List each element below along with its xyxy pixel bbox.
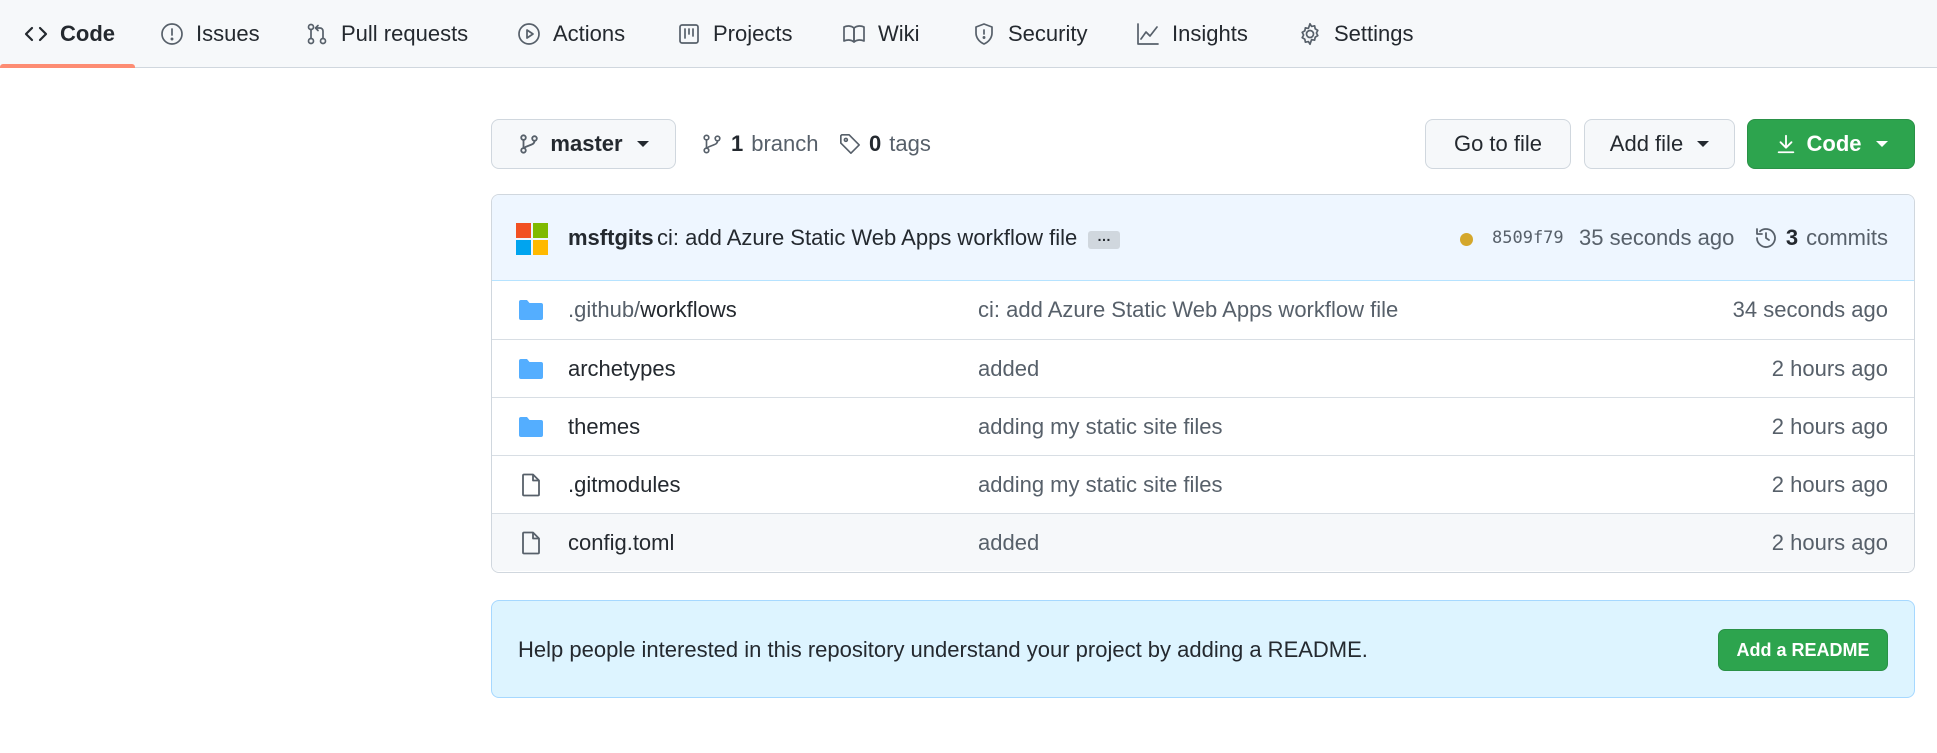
file-name-link[interactable]: themes	[568, 398, 640, 456]
go-to-file-button[interactable]: Go to file	[1425, 119, 1571, 169]
file-commit-message[interactable]: adding my static site files	[978, 398, 1223, 456]
branch-icon	[703, 134, 721, 154]
file-name-link[interactable]: archetypes	[568, 340, 676, 398]
folder-icon	[519, 359, 543, 379]
folder-icon	[519, 417, 543, 437]
tab-code-label: Code	[60, 21, 115, 46]
branch-name: master	[550, 131, 623, 156]
file-commit-message[interactable]: added	[978, 340, 1039, 398]
commits-word: commits	[1806, 225, 1888, 250]
tags-link[interactable]: 0 tags	[839, 128, 931, 160]
tab-projects[interactable]: Projects	[677, 0, 792, 68]
commit-author[interactable]: msftgits	[568, 195, 654, 281]
file-icon	[522, 531, 540, 555]
table-row[interactable]: .gitmodules adding my static site files 2 …	[492, 455, 1914, 513]
code-dropdown-button[interactable]: Code	[1747, 119, 1915, 169]
commit-message[interactable]: ci: add Azure Static Web Apps workflow f…	[657, 195, 1077, 281]
commit-status-dot[interactable]	[1460, 233, 1473, 246]
tab-insights-label: Insights	[1172, 21, 1248, 46]
tab-actions[interactable]: Actions	[517, 0, 625, 68]
avatar[interactable]	[516, 223, 548, 255]
file-browser: msftgits ci: add Azure Static Web Apps w…	[491, 194, 1915, 573]
tab-code[interactable]: Code	[24, 0, 115, 68]
tab-security[interactable]: Security	[972, 0, 1087, 68]
history-icon	[1755, 228, 1776, 248]
add-file-button[interactable]: Add file	[1584, 119, 1735, 169]
folder-icon	[519, 300, 543, 320]
tab-settings[interactable]: Settings	[1298, 0, 1414, 68]
latest-commit-bar: msftgits ci: add Azure Static Web Apps w…	[492, 195, 1914, 281]
readme-banner-text: Help people interested in this repositor…	[518, 637, 1368, 662]
file-name-link[interactable]: .gitmodules	[568, 456, 681, 514]
add-file-label: Add file	[1609, 131, 1684, 156]
repo-nav: Code Issues Pull requests Actions Projec…	[0, 0, 1937, 68]
download-icon	[1777, 134, 1794, 154]
tab-issues-label: Issues	[196, 21, 260, 46]
commits-history-link[interactable]: 3 commits	[1754, 195, 1888, 281]
book-icon	[843, 25, 865, 43]
tab-wiki[interactable]: Wiki	[842, 0, 920, 68]
tag-count: 0	[869, 131, 882, 156]
file-commit-message[interactable]: adding my static site files	[978, 456, 1223, 514]
file-list: .github/workflows ci: add Azure Static We…	[492, 281, 1914, 571]
file-commit-time: 34 seconds ago	[1732, 297, 1888, 322]
file-name: config.toml	[568, 530, 675, 555]
branches-link[interactable]: 1 branch	[701, 128, 819, 160]
tag-word: tags	[889, 131, 931, 156]
code-icon	[24, 26, 48, 42]
branch-icon	[520, 134, 539, 154]
tab-security-label: Security	[1008, 21, 1088, 46]
file-name-link[interactable]: config.toml	[568, 514, 674, 572]
file-name: workflows	[640, 297, 737, 322]
file-name-prefix: .github/	[568, 297, 641, 322]
go-to-file-label: Go to file	[1453, 131, 1543, 156]
shield-icon	[975, 23, 993, 45]
commits-count: 3	[1785, 225, 1799, 250]
file-commit-time: 2 hours ago	[1771, 530, 1888, 555]
branch-select-button[interactable]: master	[491, 119, 676, 169]
play-icon	[518, 23, 540, 45]
branch-count: 1	[731, 131, 744, 156]
gear-icon	[1301, 22, 1319, 46]
tab-pull-requests[interactable]: Pull requests	[305, 0, 468, 68]
table-row[interactable]: archetypes added 2 hours ago	[492, 339, 1914, 397]
file-commit-message[interactable]: ci: add Azure Static Web Apps workflow f…	[978, 281, 1398, 339]
file-commit-time: 2 hours ago	[1771, 414, 1888, 439]
table-row[interactable]: config.toml added 2 hours ago	[492, 513, 1914, 571]
chevron-down-icon	[1697, 141, 1710, 147]
branch-word: branch	[751, 131, 819, 156]
code-button-label: Code	[1806, 131, 1862, 156]
tab-actions-label: Actions	[553, 21, 626, 46]
active-tab-indicator	[0, 64, 135, 68]
readme-banner: Help people interested in this repositor…	[491, 600, 1915, 698]
chevron-down-icon	[636, 141, 649, 147]
file-commit-time: 2 hours ago	[1771, 356, 1888, 381]
file-name: themes	[568, 414, 641, 439]
file-icon	[522, 473, 540, 497]
file-commit-message[interactable]: added	[978, 514, 1039, 572]
tab-pull-requests-label: Pull requests	[341, 21, 469, 46]
tab-projects-label: Projects	[713, 21, 793, 46]
file-commit-time: 2 hours ago	[1771, 472, 1888, 497]
file-name: archetypes	[568, 356, 676, 381]
file-name-link[interactable]: .github/workflows	[568, 281, 737, 339]
add-readme-button[interactable]: Add a README	[1718, 629, 1888, 671]
tab-issues[interactable]: Issues	[160, 0, 260, 68]
issue-icon	[161, 23, 183, 45]
chevron-down-icon	[1875, 141, 1888, 147]
expand-commit-button[interactable]: …	[1088, 229, 1120, 249]
file-name: .gitmodules	[568, 472, 681, 497]
tab-settings-label: Settings	[1334, 21, 1414, 46]
commit-sha[interactable]: 8509f79	[1492, 195, 1564, 281]
table-row[interactable]: .github/workflows ci: add Azure Static We…	[492, 281, 1914, 339]
tab-insights[interactable]: Insights	[1136, 0, 1248, 68]
project-icon	[679, 24, 699, 44]
pull-request-icon	[307, 23, 327, 45]
commit-time: 35 seconds ago	[1579, 225, 1735, 250]
tab-wiki-label: Wiki	[878, 21, 920, 46]
tag-icon	[840, 134, 860, 154]
graph-icon	[1137, 23, 1159, 45]
table-row[interactable]: themes adding my static site files 2 hours…	[492, 397, 1914, 455]
